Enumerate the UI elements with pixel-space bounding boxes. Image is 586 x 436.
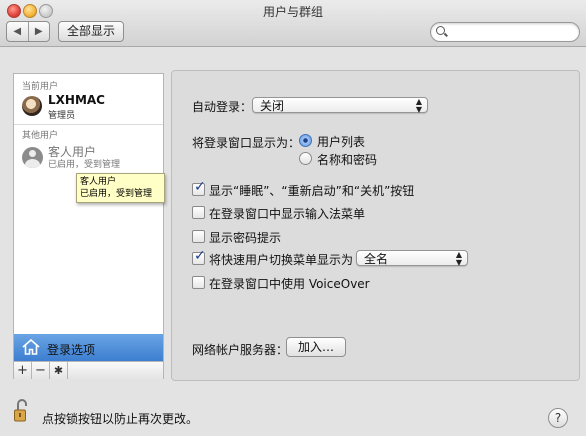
guest-status: 已启用，受到管理 — [48, 160, 121, 170]
login-options-label: 登录选项 — [47, 343, 96, 357]
checkbox-input-menu[interactable] — [192, 206, 205, 219]
lock-icon[interactable] — [14, 398, 28, 422]
checkbox-fast-switch-label[interactable]: 将快速用户切换菜单显示为 — [209, 251, 353, 268]
checkbox-show-buttons-label[interactable]: 显示“睡眠”、“重新启动”和“关机”按钮 — [209, 182, 414, 199]
checkbox-password-hints-label[interactable]: 显示密码提示 — [209, 229, 281, 246]
display-window-label: 将登录窗口显示为： — [192, 136, 301, 150]
popup-arrows-icon: ▲ ▼ — [415, 97, 422, 114]
title-bar: 用户与群组 ◀ ▶ 全部显示 — [0, 0, 586, 47]
auto-login-popup[interactable]: 关闭 ▲ ▼ — [252, 97, 428, 114]
guest-tooltip: 客人用户 已启用，受到管理 — [76, 173, 165, 203]
guest-avatar-icon — [22, 147, 43, 168]
join-button[interactable]: 加入… — [286, 337, 346, 357]
checkbox-voiceover-label[interactable]: 在登录窗口中使用 VoiceOver — [209, 275, 370, 292]
remove-user-button[interactable]: − — [32, 362, 50, 379]
checkmark-icon: ✓ — [194, 179, 206, 195]
search-field[interactable] — [430, 22, 580, 42]
network-server-label: 网络帐户服务器： — [192, 343, 289, 357]
checkbox-voiceover[interactable] — [192, 276, 205, 289]
login-options-item[interactable]: 登录选项 — [14, 334, 163, 361]
user-avatar — [22, 96, 42, 116]
sidebar-button-bar: + − ✱ — [14, 361, 163, 379]
checkbox-input-menu-label[interactable]: 在登录窗口中显示输入法菜单 — [209, 205, 365, 222]
checkbox-password-hints[interactable] — [192, 230, 205, 243]
user-name: LXHMAC — [48, 93, 105, 107]
gear-icon[interactable]: ✱ — [50, 362, 68, 379]
user-role: 管理员 — [48, 111, 76, 121]
users-groups-window: 用户与群组 ◀ ▶ 全部显示 当前用户 LXHMAC 管理员 其他用户 客人用户… — [0, 0, 586, 436]
radio-name-password[interactable] — [299, 152, 312, 165]
checkbox-fast-switch[interactable]: ✓ — [192, 248, 206, 265]
search-icon — [436, 26, 445, 35]
radio-user-list-label[interactable]: 用户列表 — [317, 133, 365, 150]
nav-segment: ◀ ▶ — [6, 21, 50, 42]
users-sidebar: 当前用户 LXHMAC 管理员 其他用户 客人用户 已启用，受到管理 登录选项 … — [13, 73, 164, 379]
tooltip-line-1: 客人用户 — [80, 177, 117, 187]
popup-arrows-icon: ▲ ▼ — [455, 250, 462, 267]
tooltip-line-2: 已启用，受到管理 — [80, 189, 153, 199]
fast-switch-popup[interactable]: 全名 ▲ ▼ — [356, 250, 468, 267]
checkbox-show-buttons[interactable]: ✓ — [192, 179, 206, 196]
window-title: 用户与群组 — [262, 5, 323, 19]
radio-name-password-label[interactable]: 名称和密码 — [317, 151, 377, 168]
other-users-header: 其他用户 — [22, 131, 59, 141]
sidebar-divider — [14, 124, 163, 125]
login-options-pane: 自动登录： 关闭 ▲ ▼ 将登录窗口显示为： 用户列表 名称和密码 ✓ 显示“睡眠… — [171, 70, 580, 381]
house-icon — [22, 339, 40, 355]
show-all-button[interactable]: 全部显示 — [58, 21, 125, 42]
help-button[interactable]: ? — [548, 408, 568, 428]
user-row-lxhmac[interactable]: LXHMAC 管理员 — [14, 92, 163, 122]
back-button[interactable]: ◀ — [7, 22, 29, 41]
auto-login-label: 自动登录： — [192, 100, 253, 114]
lock-hint-text: 点按锁按钮以防止再次更改。 — [42, 412, 199, 426]
forward-button[interactable]: ▶ — [29, 22, 50, 41]
checkmark-icon: ✓ — [194, 248, 206, 264]
radio-user-list[interactable] — [299, 134, 312, 147]
add-user-button[interactable]: + — [14, 362, 32, 379]
fast-switch-value: 全名 — [364, 252, 389, 266]
auto-login-value: 关闭 — [260, 99, 285, 113]
user-row-guest[interactable]: 客人用户 已启用，受到管理 — [14, 143, 163, 173]
current-users-header: 当前用户 — [22, 82, 59, 92]
